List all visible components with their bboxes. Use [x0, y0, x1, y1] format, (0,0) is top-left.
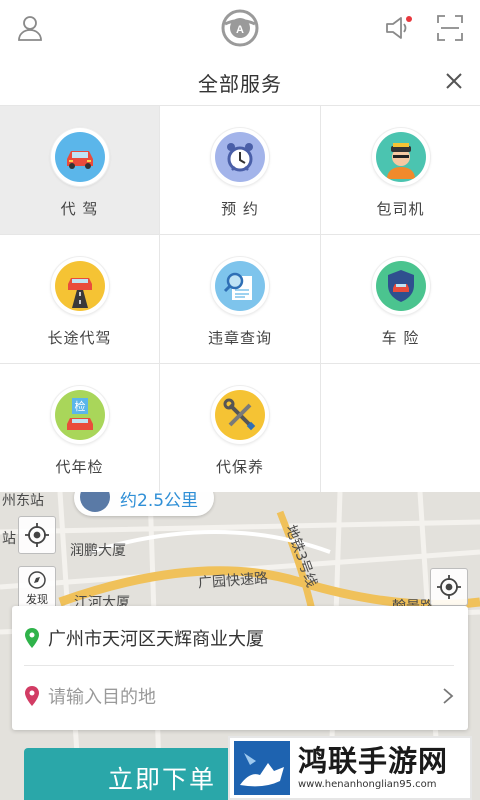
icon-frame	[50, 128, 109, 186]
service-label: 代年检	[55, 458, 104, 476]
service-label: 违章查询	[207, 329, 272, 347]
road-car-icon	[54, 261, 105, 311]
shield-car-icon	[375, 261, 426, 311]
distance-text: 约2.5公里	[120, 492, 199, 511]
watermark-title: 鸿联手游网	[298, 744, 449, 778]
chauffeur-icon	[375, 132, 426, 182]
icon-frame	[211, 128, 269, 186]
service-label: 代 驾	[60, 200, 99, 218]
car-icon	[54, 132, 105, 182]
user-icon[interactable]	[12, 10, 48, 46]
destination-pin-icon	[25, 686, 39, 706]
scan-icon[interactable]	[432, 10, 468, 46]
icon-frame: 检	[50, 386, 109, 444]
service-chauffeur[interactable]: 包司机	[321, 106, 480, 235]
map-label: 州东站	[2, 493, 44, 509]
service-label: 长途代驾	[47, 329, 112, 347]
service-long-distance[interactable]: 长途代驾	[0, 235, 160, 364]
origin-row[interactable]: 广州市天河区天辉商业大厦	[24, 610, 454, 666]
watermark-logo	[234, 741, 290, 795]
icon-frame	[371, 257, 430, 315]
tools-icon	[215, 390, 265, 440]
address-card: 广州市天河区天辉商业大厦 请输入目的地	[12, 606, 468, 730]
icon-frame	[211, 257, 269, 315]
svg-text:A: A	[236, 24, 244, 36]
driver-avatar	[80, 492, 110, 512]
service-label: 车 险	[381, 329, 420, 347]
icon-frame	[50, 257, 109, 315]
watermark: 鸿联手游网 www.henanhonglian95.com	[228, 736, 472, 800]
service-violation-query[interactable]: 违章查询	[160, 235, 321, 364]
magnifier-document-icon	[215, 261, 265, 311]
map-label: 站	[2, 531, 16, 547]
recenter-icon[interactable]	[430, 568, 468, 606]
service-label: 预 约	[221, 200, 259, 218]
panel-title: 全部服务	[198, 72, 282, 96]
discover-label: 发现	[26, 592, 48, 606]
service-insurance[interactable]: 车 险	[321, 235, 480, 364]
map-label: 润鹏大厦	[70, 543, 126, 559]
service-reservation[interactable]: 预 约	[160, 106, 321, 235]
empty-cell	[321, 364, 480, 492]
service-annual-inspection[interactable]: 检 代年检	[0, 364, 160, 492]
icon-frame	[371, 128, 430, 186]
svg-text:检: 检	[74, 399, 85, 413]
service-designated-driver[interactable]: 代 驾	[0, 106, 160, 235]
distance-bubble: 约2.5公里	[74, 492, 215, 516]
speaker-icon[interactable]	[380, 10, 416, 46]
destination-input[interactable]: 请输入目的地	[48, 683, 442, 709]
service-label: 包司机	[376, 200, 425, 218]
origin-pin-icon	[25, 627, 39, 648]
destination-row[interactable]: 请输入目的地	[24, 668, 454, 724]
services-panel-header: 全部服务	[0, 56, 480, 106]
inspection-car-icon: 检	[54, 390, 105, 440]
locate-icon[interactable]	[18, 516, 56, 554]
alarm-clock-icon	[215, 132, 265, 182]
discover-button[interactable]: 发现	[18, 566, 56, 610]
watermark-url: www.henanhonglian95.com	[298, 779, 437, 790]
origin-address: 广州市天河区天辉商业大厦	[48, 628, 264, 650]
notification-dot	[406, 16, 412, 22]
services-grid: 代 驾 预 约 包司机 长途代驾 违章查询 车 险 检 代年检 代保养	[0, 106, 480, 492]
chevron-right-icon	[443, 688, 454, 704]
compass-icon	[28, 570, 46, 589]
icon-frame	[211, 386, 269, 444]
service-label: 代保养	[215, 458, 264, 476]
steering-wheel-logo: A	[220, 8, 260, 48]
top-bar: A	[0, 0, 480, 56]
service-maintenance[interactable]: 代保养	[160, 364, 321, 492]
close-icon[interactable]	[442, 69, 466, 93]
